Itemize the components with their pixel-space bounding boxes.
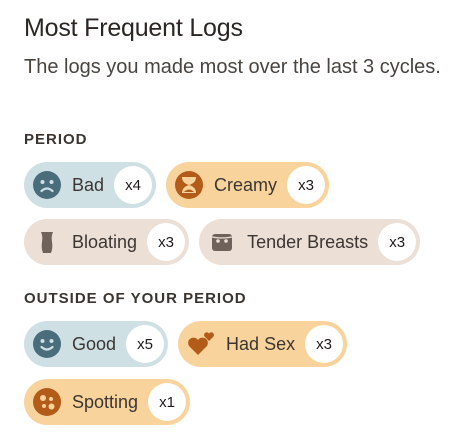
outside-chips-row-2: Spotting x1 xyxy=(24,379,191,425)
chip-bad[interactable]: Bad x4 xyxy=(24,162,157,208)
section-label-outside-period: OUTSIDE OF YOUR PERIOD xyxy=(24,290,247,307)
chip-count: x3 xyxy=(305,325,344,363)
chip-label: Had Sex xyxy=(226,333,296,354)
chip-count: x3 xyxy=(378,223,417,261)
chip-bloating[interactable]: Bloating x3 xyxy=(24,219,190,265)
page-subtitle: The logs you made most over the last 3 c… xyxy=(24,56,441,78)
chip-label: Spotting xyxy=(72,391,139,412)
chip-count: x1 xyxy=(148,383,187,421)
period-chips-row-1: Bad x4 Creamy x3 xyxy=(24,162,330,208)
chip-good[interactable]: Good x5 xyxy=(24,321,169,367)
section-label-period: PERIOD xyxy=(24,131,88,148)
chip-label: Good xyxy=(72,333,117,354)
chip-count: x4 xyxy=(114,166,153,204)
chip-label: Tender Breasts xyxy=(247,231,369,252)
hearts-icon xyxy=(186,329,216,359)
chip-count: x5 xyxy=(126,325,165,363)
chip-count: x3 xyxy=(147,223,186,261)
creamy-discharge-icon xyxy=(174,170,204,200)
chip-had-sex[interactable]: Had Sex x3 xyxy=(178,321,348,367)
sad-face-icon xyxy=(32,170,62,200)
chip-tender-breasts[interactable]: Tender Breasts x3 xyxy=(199,219,421,265)
spotting-icon xyxy=(32,387,62,417)
chip-label: Creamy xyxy=(214,174,278,195)
outside-chips-row-1: Good x5 Had Sex x3 xyxy=(24,321,348,367)
period-chips-row-2: Bloating x3 Tender Breasts x3 xyxy=(24,219,421,265)
chip-label: Bloating xyxy=(72,231,138,252)
chip-spotting[interactable]: Spotting x1 xyxy=(24,379,191,425)
chip-label: Bad xyxy=(72,174,105,195)
tender-breasts-icon xyxy=(207,227,237,257)
happy-face-icon xyxy=(32,329,62,359)
chip-count: x3 xyxy=(287,166,326,204)
chip-creamy[interactable]: Creamy x3 xyxy=(166,162,330,208)
bloating-icon xyxy=(32,227,62,257)
page-title: Most Frequent Logs xyxy=(24,14,243,42)
